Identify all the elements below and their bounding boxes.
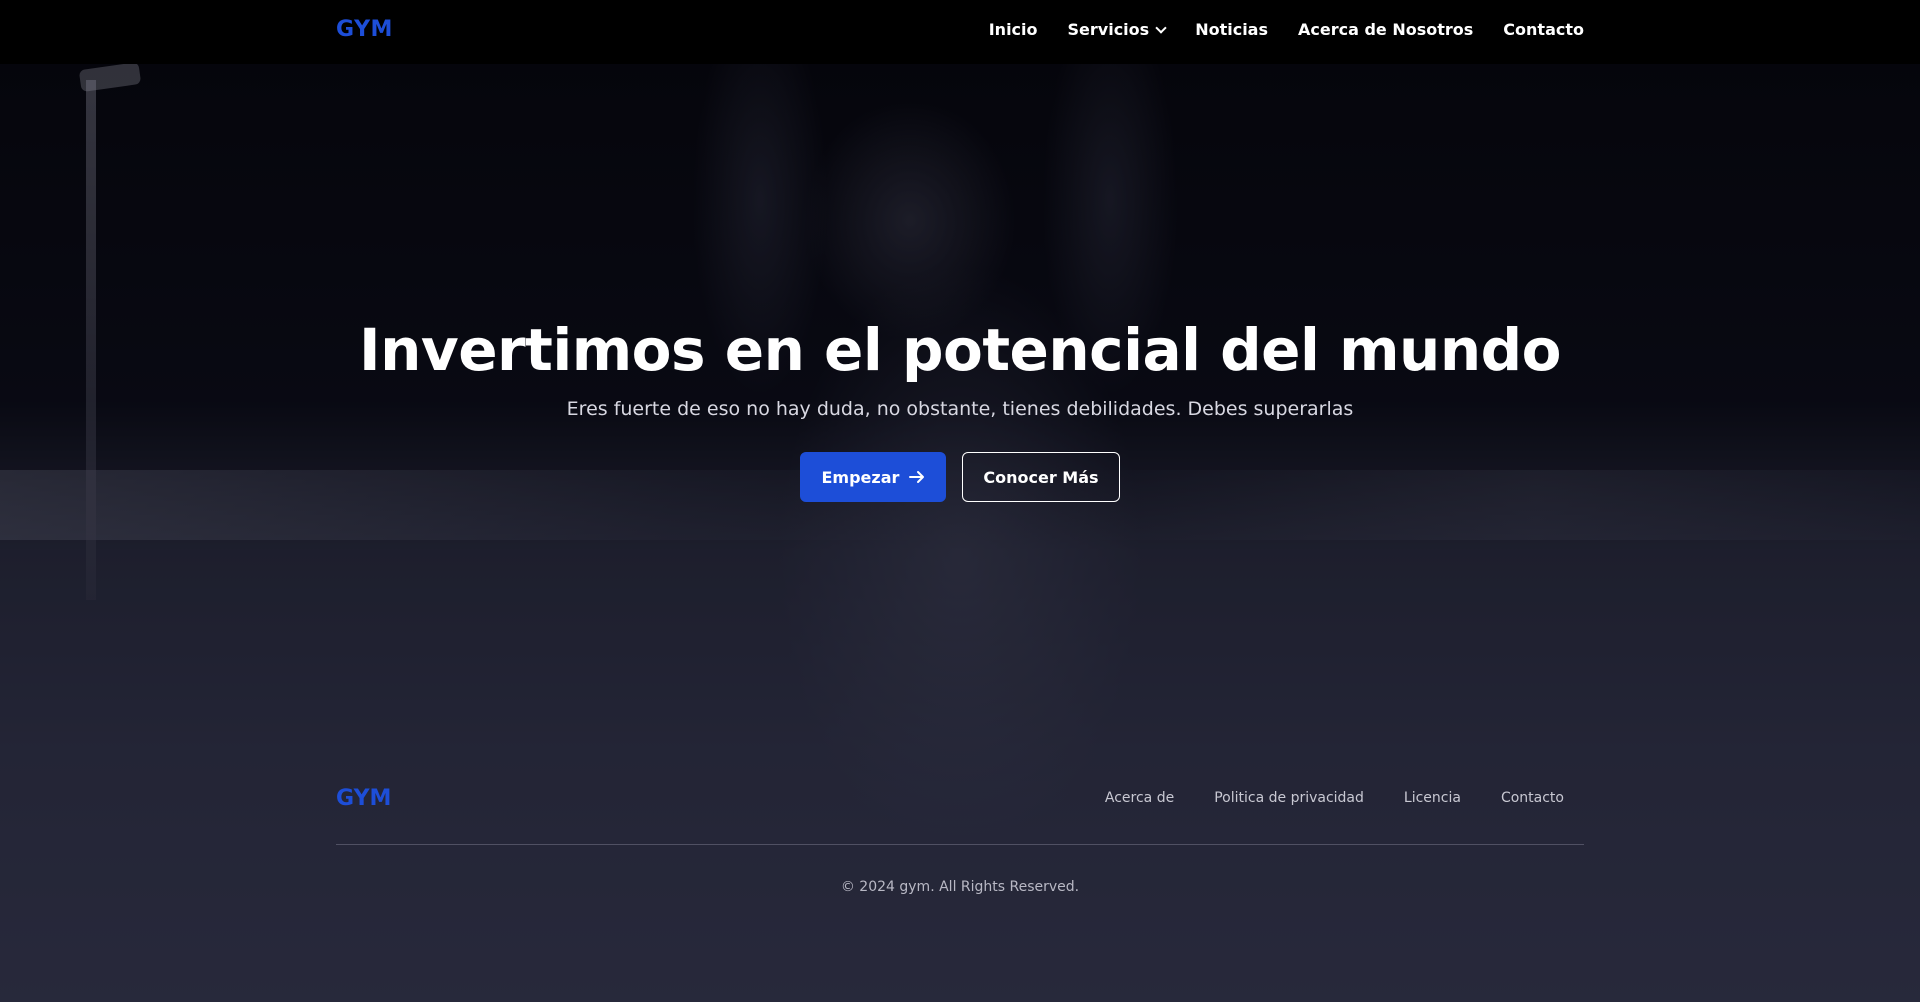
logo[interactable]: GYM (336, 17, 393, 42)
nav-item-acerca[interactable]: Acerca de Nosotros (1298, 20, 1473, 39)
footer-divider (336, 844, 1584, 845)
hero-title: Invertimos en el potencial del mundo (359, 316, 1561, 384)
nav-label: Acerca de Nosotros (1298, 20, 1474, 39)
footer-links: Acerca de Politica de privacidad Licenci… (1105, 790, 1584, 806)
hero-subtitle: Eres fuerte de eso no hay duda, no obsta… (566, 398, 1354, 420)
nav-label: Noticias (1195, 20, 1268, 39)
empezar-button[interactable]: Empezar (800, 452, 947, 502)
button-label: Empezar (821, 467, 900, 487)
site-footer: GYM Acerca de Politica de privacidad Lic… (336, 780, 1584, 895)
button-label: Conocer Más (983, 467, 1099, 487)
site-header: GYM Inicio Servicios Noticias Acerca de … (0, 0, 1920, 64)
footer-logo[interactable]: GYM (336, 786, 391, 811)
nav-item-contacto[interactable]: Contacto (1503, 20, 1584, 39)
conocer-mas-button[interactable]: Conocer Más (962, 452, 1120, 502)
hero-section: Invertimos en el potencial del mundo Ere… (0, 310, 1920, 502)
footer-link-contacto[interactable]: Contacto (1501, 790, 1564, 806)
nav-label: Servicios (1067, 20, 1150, 39)
arrow-right-icon (909, 471, 925, 483)
hero-buttons: Empezar Conocer Más (0, 452, 1920, 502)
footer-link-privacidad[interactable]: Politica de privacidad (1214, 790, 1364, 806)
copyright-text: © 2024 gym. All Rights Reserved. (840, 879, 1080, 895)
chevron-down-icon (1155, 21, 1167, 34)
nav-label: Contacto (1503, 20, 1584, 39)
street-lamp (78, 61, 142, 93)
nav-item-noticias[interactable]: Noticias (1195, 20, 1268, 39)
footer-link-acerca[interactable]: Acerca de (1105, 790, 1174, 806)
footer-link-licencia[interactable]: Licencia (1404, 790, 1461, 806)
nav-item-inicio[interactable]: Inicio (989, 20, 1038, 39)
footer-top: GYM Acerca de Politica de privacidad Lic… (336, 780, 1584, 816)
main-nav: Inicio Servicios Noticias Acerca de Noso… (989, 20, 1584, 39)
nav-label: Inicio (988, 20, 1038, 39)
nav-item-servicios[interactable]: Servicios (1067, 20, 1167, 39)
